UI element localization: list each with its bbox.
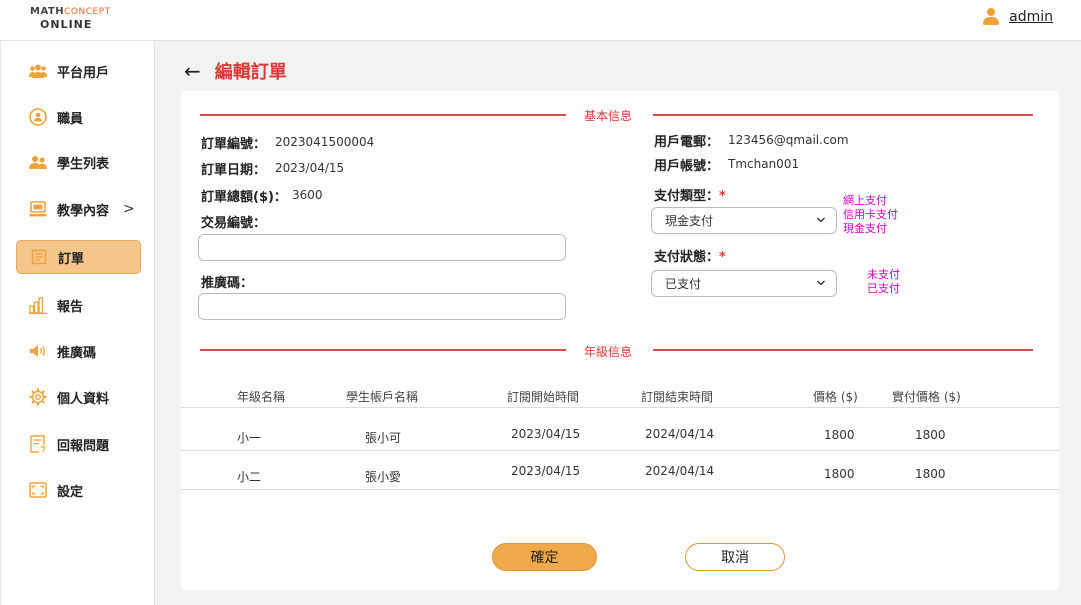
column-header-grade: 年級名稱 <box>237 390 286 404</box>
section-divider-left <box>200 349 566 351</box>
transaction-no-label: 交易編號： <box>201 216 267 231</box>
cell-price: 1800 <box>824 428 855 442</box>
cell-start-date: 2023/04/15 <box>511 464 581 478</box>
report-issue-icon: ? <box>29 435 47 453</box>
cell-end-date: 2024/04/14 <box>645 464 715 478</box>
payment-type-select[interactable]: 現金支付 <box>651 207 837 234</box>
top-bar: MATHCONCEPT ONLINE admin <box>0 0 1081 41</box>
order-total-label: 訂單總額($)： <box>201 190 287 205</box>
sidebar-item-report-issue[interactable]: ? 回報問題 <box>16 427 141 461</box>
column-header-student-account: 學生帳戶名稱 <box>346 390 419 404</box>
cell-student-account: 張小愛 <box>365 470 402 484</box>
user-account-value: Tmchan001 <box>728 157 800 171</box>
sidebar-item-teaching-content[interactable]: 教學內容 > <box>16 192 141 226</box>
user-menu[interactable]: admin <box>983 8 1053 26</box>
logo[interactable]: MATHCONCEPT ONLINE <box>30 7 111 31</box>
column-header-start-date: 訂閱開始時間 <box>507 390 580 404</box>
settings-frame-icon <box>29 481 47 499</box>
user-account-label: 用戶帳號： <box>654 159 720 174</box>
section-title-basic: 基本信息 <box>584 109 633 123</box>
speaker-icon <box>29 342 47 360</box>
section-divider-right <box>653 114 1033 116</box>
cell-paid-price: 1800 <box>915 467 946 481</box>
sidebar-item-settings[interactable]: 設定 <box>16 473 141 507</box>
user-email-label: 用戶電郵： <box>654 135 720 150</box>
users-group-icon <box>29 62 47 80</box>
user-icon <box>983 8 1000 26</box>
page-title: 編輯訂單 <box>214 62 287 83</box>
sidebar: 平台用戶 職員 學生列表 教學內容 > 訂單 報告 推廣碼 個人資料 ? 回報問… <box>0 41 155 605</box>
sidebar-item-promo-code[interactable]: 推廣碼 <box>16 334 141 368</box>
chevron-down-icon <box>816 276 826 293</box>
sidebar-item-platform-users[interactable]: 平台用戶 <box>16 54 141 88</box>
user-name-link[interactable]: admin <box>1009 9 1053 25</box>
order-icon <box>30 248 48 266</box>
order-no-value: 2023041500004 <box>275 135 375 149</box>
cell-student-account: 張小可 <box>365 431 402 445</box>
svg-text:?: ? <box>41 445 47 454</box>
transaction-no-input[interactable] <box>198 234 566 261</box>
order-date-value: 2023/04/15 <box>275 161 345 175</box>
table-divider <box>181 489 1059 490</box>
monitor-icon <box>29 200 47 218</box>
chevron-right-icon: > <box>123 201 135 217</box>
table-divider <box>181 450 1059 451</box>
order-no-label: 訂單編號： <box>201 137 267 152</box>
gear-icon <box>29 388 47 406</box>
table-divider <box>181 407 1059 408</box>
user-email-value: 123456@qmail.com <box>728 133 849 147</box>
sidebar-item-orders[interactable]: 訂單 <box>16 240 141 274</box>
sidebar-item-profile[interactable]: 個人資料 <box>16 380 141 414</box>
sidebar-item-students[interactable]: 學生列表 <box>16 145 141 179</box>
column-header-end-date: 訂閱結束時間 <box>641 390 714 404</box>
bar-chart-icon <box>29 296 47 314</box>
payment-type-options-note: 網上支付 信用卡支付 現金支付 <box>843 194 898 235</box>
back-arrow-icon[interactable]: ← <box>184 59 201 83</box>
column-header-paid-price: 實付價格 ($) <box>892 390 961 404</box>
cell-paid-price: 1800 <box>915 428 946 442</box>
cell-price: 1800 <box>824 467 855 481</box>
column-header-price: 價格 ($) <box>813 390 858 404</box>
payment-status-options-note: 未支付 已支付 <box>867 268 900 295</box>
order-date-label: 訂單日期： <box>201 163 267 178</box>
section-title-grade: 年級信息 <box>584 345 633 359</box>
promo-code-input[interactable] <box>198 293 566 320</box>
payment-type-label: 支付類型：* <box>654 189 726 204</box>
cell-start-date: 2023/04/15 <box>511 427 581 441</box>
cell-end-date: 2024/04/14 <box>645 427 715 441</box>
sidebar-item-reports[interactable]: 報告 <box>16 288 141 322</box>
chevron-down-icon <box>816 213 826 230</box>
cancel-button[interactable]: 取消 <box>685 543 785 571</box>
order-total-value: 3600 <box>292 188 323 202</box>
section-divider-right <box>653 349 1033 351</box>
page-title-bar: ← 編輯訂單 <box>184 58 287 84</box>
cell-grade: 小一 <box>237 431 262 445</box>
confirm-button[interactable]: 確定 <box>492 543 597 571</box>
students-icon <box>29 153 47 171</box>
sidebar-item-staff[interactable]: 職員 <box>16 100 141 134</box>
cell-grade: 小二 <box>237 470 262 484</box>
payment-status-select[interactable]: 已支付 <box>651 270 837 297</box>
payment-status-label: 支付狀態：* <box>654 250 726 265</box>
promo-code-label: 推廣碼： <box>201 276 254 291</box>
staff-icon <box>29 108 47 126</box>
section-divider-left <box>200 114 566 116</box>
edit-order-panel: 基本信息 訂單編號： 2023041500004 訂單日期： 2023/04/1… <box>181 91 1059 590</box>
